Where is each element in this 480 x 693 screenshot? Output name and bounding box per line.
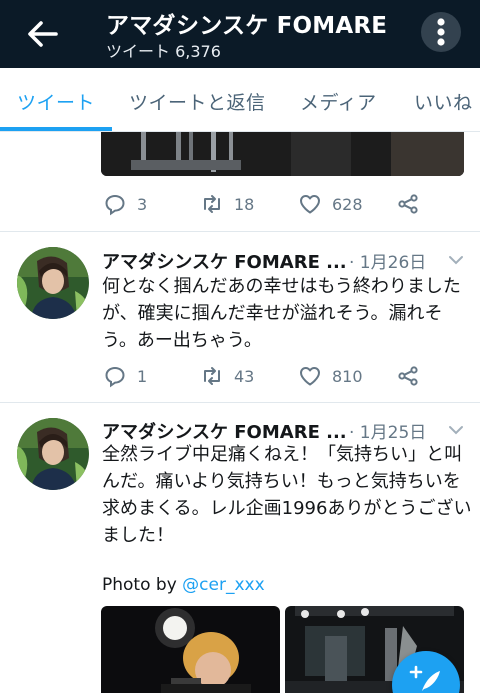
tweet-text: 何となく掴んだあの幸せはもう終わりましたが、確実に掴んだ幸せが溢れそう。漏れそう… [102,276,461,351]
retweet-icon [204,195,220,213]
reply-icon [105,194,125,216]
share-icon [398,366,418,386]
tweet-count: ツイート 6,376 [106,42,221,61]
divider [0,231,480,232]
chevron-down-icon[interactable] [446,250,466,270]
retweet-button[interactable]: 43 [200,361,254,391]
share-icon [398,194,418,214]
active-tab-indicator [0,127,112,131]
tab-likes[interactable]: いいね [414,88,473,115]
more-options-icon[interactable] [420,10,462,54]
photo-credit-handle[interactable]: @cer_xxx [182,575,264,595]
like-button[interactable]: 810 [298,361,363,391]
reply-count: 1 [137,366,148,386]
chevron-down-icon[interactable] [446,420,466,440]
retweet-icon [204,367,220,385]
reply-button[interactable]: 1 [103,361,147,391]
reply-icon [105,366,125,388]
heart-icon [300,195,320,214]
retweet-button[interactable]: 18 [200,189,254,219]
reply-button[interactable]: 3 [103,189,147,219]
tweet-date[interactable]: · 1月26日 [349,248,426,273]
retweet-count: 43 [234,366,255,386]
tweet-author[interactable]: アマダシンスケ FOMARE ... [102,248,347,274]
share-button[interactable] [396,361,430,391]
heart-icon [300,367,320,386]
tweet-actions: 1 43 810 [0,361,480,391]
tweet-image[interactable] [101,132,464,176]
compose-icon [409,665,440,691]
like-count: 810 [332,366,363,386]
profile-title: アマダシンスケ FOMARE [106,13,388,39]
tweet-text: 全然ライブ中足痛くねえ！「気持ちい」と叫んだ。痛いより気持ちい！もっと気持ちいを… [102,444,472,546]
profile-tabs: ツイート ツイートと返信 メディア いいね [0,68,480,132]
like-count: 628 [332,194,363,214]
tweet-date[interactable]: · 1月25日 [349,418,426,443]
tab-tweets[interactable]: ツイート [17,88,95,115]
back-arrow-icon[interactable] [22,14,62,54]
photo-credit: Photo by @cer_xxx [102,575,265,595]
share-button[interactable] [396,189,430,219]
avatar[interactable] [17,418,89,490]
avatar[interactable] [17,247,89,319]
photo-credit-label: Photo by [102,575,183,595]
reply-count: 3 [137,194,148,214]
tab-media[interactable]: メディア [300,88,377,115]
like-button[interactable]: 628 [298,189,363,219]
tweet-actions: 3 18 628 [0,189,480,219]
tab-tweets-and-replies[interactable]: ツイートと返信 [129,88,266,115]
tweet-image[interactable] [101,606,280,693]
divider [0,402,480,403]
retweet-count: 18 [234,194,255,214]
profile-header: アマダシンスケ FOMARE ツイート 6,376 [0,0,480,68]
